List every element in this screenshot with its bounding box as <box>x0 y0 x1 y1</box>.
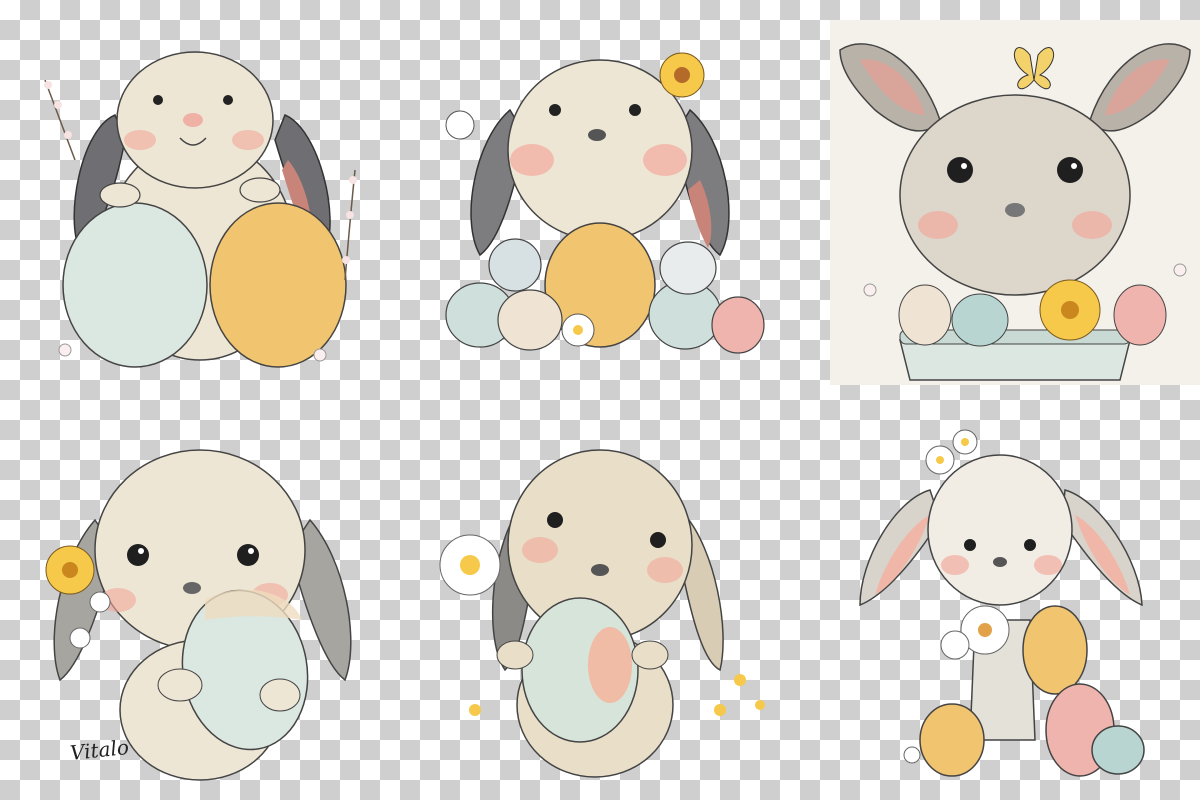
bunny-with-bouquet <box>830 420 1190 790</box>
bunny-with-two-eggs <box>20 20 380 380</box>
bunny-with-egg-pile <box>420 20 780 380</box>
bunny-clipart-sheet: { "image": { "signature": "Vitalo" }, "p… <box>0 0 1200 800</box>
bunny-hugging-egg-illustration <box>45 449 352 781</box>
bunny-with-daisy-egg <box>420 420 780 790</box>
bunny-with-bouquet-illustration <box>859 429 1145 777</box>
bunny-with-daisy-egg-illustration <box>439 449 765 778</box>
bunny-with-two-eggs-illustration <box>44 51 357 368</box>
bunny-hugging-egg <box>20 420 380 790</box>
bunny-with-egg-pile-illustration <box>445 52 765 354</box>
bunny-in-basket <box>830 20 1200 385</box>
bunny-in-basket-illustration <box>839 43 1191 381</box>
